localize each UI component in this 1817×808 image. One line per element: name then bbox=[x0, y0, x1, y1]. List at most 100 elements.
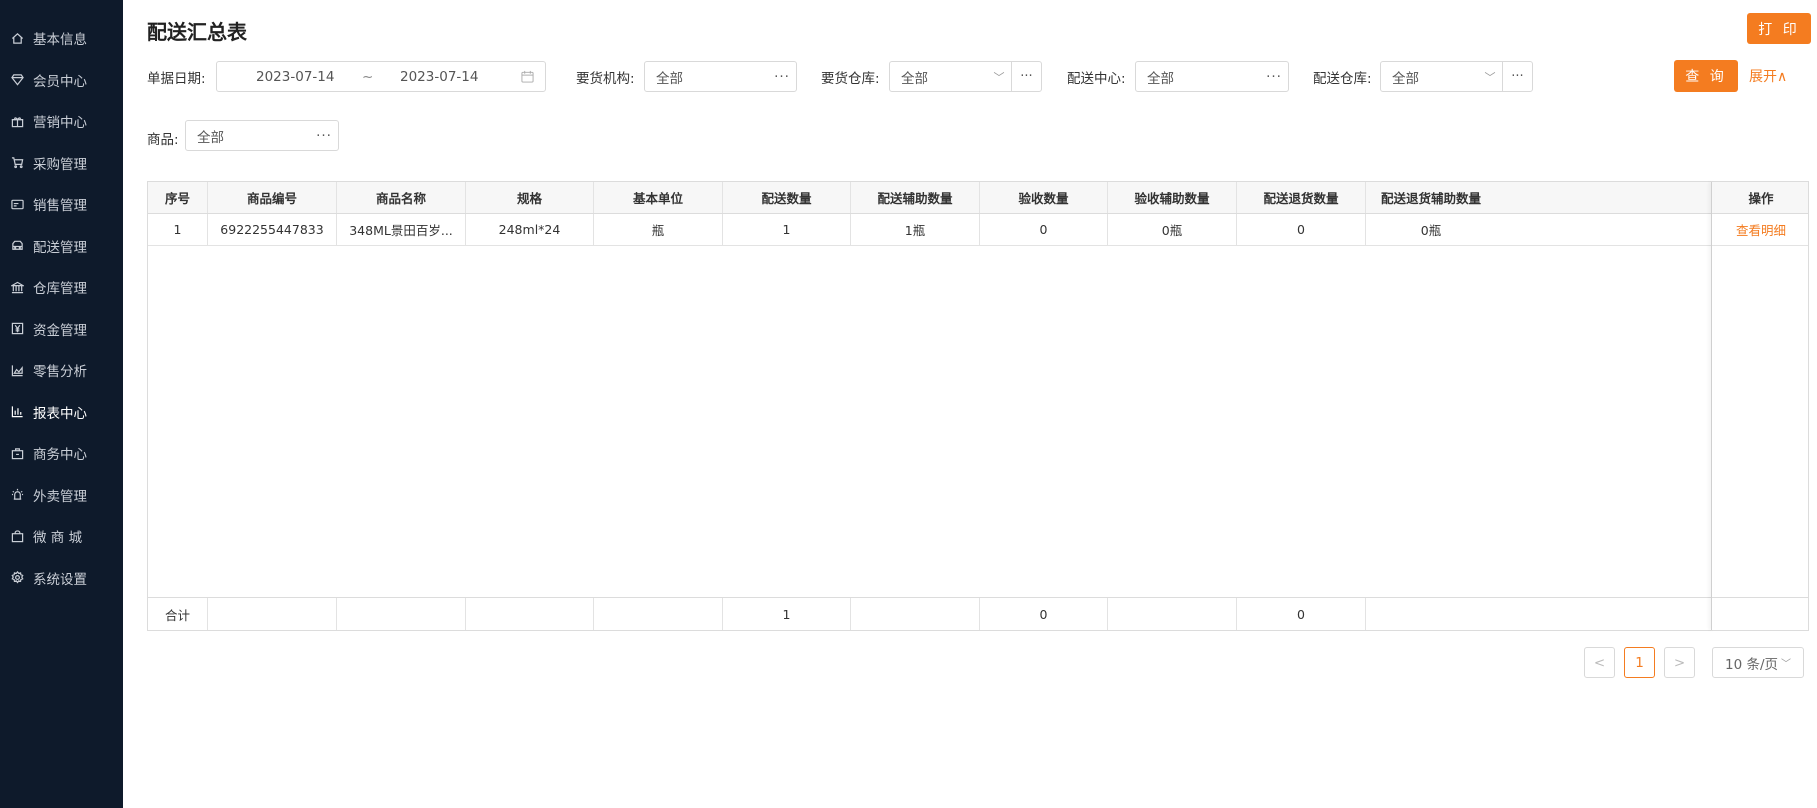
view-detail-link[interactable]: 查看明细 bbox=[1714, 214, 1808, 245]
footer-cell bbox=[1366, 598, 1496, 630]
table-header: 序号 商品编号 商品名称 规格 基本单位 配送数量 配送辅助数量 验收数量 验收辅助数量 配送退货… bbox=[148, 182, 1808, 214]
footer-cell: 1 bbox=[723, 598, 851, 630]
column-header[interactable]: 操作 bbox=[1714, 182, 1808, 213]
column-header[interactable]: 配送辅助数量 bbox=[851, 182, 980, 213]
sidebar-item[interactable]: 商务中心 bbox=[0, 433, 123, 473]
truck-icon bbox=[10, 239, 24, 253]
page-1-button[interactable]: 1 bbox=[1624, 647, 1655, 678]
dist-warehouse-select[interactable]: 全部 ﹀ bbox=[1380, 61, 1503, 92]
table-cell: 6922255447833 bbox=[208, 214, 337, 245]
table-cell: 1 bbox=[148, 214, 208, 245]
sidebar-item[interactable]: 微 商 城 bbox=[0, 516, 123, 556]
footer-cell bbox=[594, 598, 723, 630]
sidebar-item-label: 外卖管理 bbox=[33, 488, 87, 505]
main-content: 配送汇总表 打 印 单据日期: 2023-07-14 ~ 2023-07-14 … bbox=[123, 0, 1817, 808]
date-end[interactable]: 2023-07-14 bbox=[400, 69, 478, 85]
sidebar-item[interactable]: 营销中心 bbox=[0, 101, 123, 141]
date-range-picker[interactable]: 2023-07-14 ~ 2023-07-14 bbox=[216, 61, 546, 92]
footer-cell bbox=[1714, 598, 1808, 630]
sidebar-item-label: 基本信息 bbox=[33, 32, 87, 48]
table-cell: 1 bbox=[723, 214, 851, 245]
sidebar: 基本信息会员中心营销中心采购管理销售管理配送管理仓库管理资金管理 零售分析报表中心… bbox=[0, 0, 123, 808]
footer-cell bbox=[208, 598, 337, 630]
dist-warehouse-value: 全部 bbox=[1392, 70, 1419, 87]
table-cell: 248ml*24 bbox=[466, 214, 594, 245]
table-cell: 0 bbox=[1237, 214, 1366, 245]
sidebar-item-label: 系统设置 bbox=[33, 571, 87, 588]
dist-warehouse-more-button[interactable]: ··· bbox=[1502, 61, 1533, 92]
fixed-column-divider bbox=[1711, 182, 1714, 630]
column-header[interactable]: 配送退货数量 bbox=[1237, 182, 1366, 213]
table-cell: 1瓶 bbox=[851, 214, 980, 245]
center-label: 配送中心: bbox=[1067, 71, 1126, 87]
sidebar-item[interactable]: 零售分析 bbox=[0, 350, 123, 390]
bar-chart-icon bbox=[10, 405, 24, 419]
alarm-icon bbox=[10, 488, 24, 502]
cart-icon bbox=[10, 156, 24, 170]
gear-icon bbox=[10, 571, 24, 585]
column-header[interactable]: 商品编号 bbox=[208, 182, 337, 213]
page-title: 配送汇总表 bbox=[147, 20, 247, 44]
table-cell: 0瓶 bbox=[1420, 223, 1442, 238]
column-header[interactable]: 基本单位 bbox=[594, 182, 723, 213]
next-page-button[interactable]: > bbox=[1664, 647, 1695, 678]
date-start[interactable]: 2023-07-14 bbox=[256, 69, 334, 85]
bank-icon bbox=[10, 280, 24, 294]
gift-icon bbox=[10, 114, 24, 128]
date-separator: ~ bbox=[362, 68, 374, 85]
footer-cell: 合计 bbox=[148, 598, 208, 630]
table-cell: 0瓶 bbox=[1108, 214, 1237, 245]
goods-value: 全部 bbox=[197, 129, 224, 146]
page-size-select[interactable]: 10 条/页 ﹀ bbox=[1712, 647, 1804, 678]
sidebar-item[interactable]: 配送管理 bbox=[0, 226, 123, 266]
more-icon[interactable]: ··· bbox=[310, 128, 338, 144]
home-icon bbox=[10, 31, 24, 45]
yen-icon bbox=[10, 322, 24, 336]
sidebar-item-label: 商务中心 bbox=[33, 447, 87, 463]
table-cell: 348ML景田百岁... bbox=[337, 214, 466, 245]
sidebar-item-label: 销售管理 bbox=[33, 198, 87, 214]
column-header[interactable]: 验收数量 bbox=[980, 182, 1108, 213]
sidebar-item[interactable]: 系统设置 bbox=[0, 558, 123, 598]
column-header[interactable]: 配送退货辅助数量 bbox=[1366, 182, 1496, 213]
date-label: 单据日期: bbox=[147, 71, 206, 87]
table-cell: 0 bbox=[980, 214, 1108, 245]
sidebar-item[interactable]: 资金管理 bbox=[0, 309, 123, 349]
org-label: 要货机构: bbox=[576, 71, 635, 87]
sidebar-item-label: 报表中心 bbox=[33, 405, 87, 422]
query-button[interactable]: 查 询 bbox=[1674, 60, 1738, 92]
req-warehouse-value: 全部 bbox=[901, 70, 928, 87]
center-select[interactable]: 全部 ··· bbox=[1135, 61, 1289, 92]
req-warehouse-more-button[interactable]: ··· bbox=[1011, 61, 1042, 92]
sidebar-item[interactable]: 销售管理 bbox=[0, 184, 123, 224]
sidebar-item[interactable]: 报表中心 bbox=[0, 392, 123, 432]
briefcase-icon bbox=[10, 446, 24, 460]
more-icon[interactable]: ··· bbox=[768, 69, 796, 85]
sidebar-item[interactable]: 外卖管理 bbox=[0, 475, 123, 515]
org-select[interactable]: 全部 ··· bbox=[644, 61, 797, 92]
column-header[interactable]: 配送数量 bbox=[723, 182, 851, 213]
sidebar-item[interactable]: 仓库管理 bbox=[0, 267, 123, 307]
sidebar-item-label: 会员中心 bbox=[33, 73, 87, 90]
req-warehouse-select[interactable]: 全部 ﹀ bbox=[889, 61, 1012, 92]
footer-cell: 0 bbox=[980, 598, 1108, 630]
sidebar-item-label: 仓库管理 bbox=[33, 281, 87, 297]
more-icon[interactable]: ··· bbox=[1260, 69, 1288, 85]
sidebar-item[interactable]: 基本信息 bbox=[0, 18, 123, 58]
summary-table: 序号 商品编号 商品名称 规格 基本单位 配送数量 配送辅助数量 验收数量 验收辅助数量 配送退货… bbox=[147, 181, 1809, 631]
column-header[interactable]: 验收辅助数量 bbox=[1108, 182, 1237, 213]
prev-page-button[interactable]: < bbox=[1584, 647, 1615, 678]
sidebar-item-label: 采购管理 bbox=[33, 156, 87, 173]
goods-label: 商品: bbox=[147, 132, 179, 148]
column-header[interactable]: 序号 bbox=[148, 182, 208, 213]
sidebar-item[interactable]: 采购管理 bbox=[0, 143, 123, 183]
expand-link[interactable]: 展开∧ bbox=[1749, 66, 1787, 86]
page-size-value: 10 条/页 bbox=[1724, 656, 1779, 673]
sidebar-item[interactable]: 会员中心 bbox=[0, 60, 123, 100]
goods-select[interactable]: 全部 ··· bbox=[185, 120, 339, 151]
print-button[interactable]: 打 印 bbox=[1747, 13, 1811, 44]
column-header[interactable]: 规格 bbox=[466, 182, 594, 213]
column-header[interactable]: 商品名称 bbox=[337, 182, 466, 213]
chevron-down-icon: ﹀ bbox=[1484, 70, 1496, 84]
footer-cell: 0 bbox=[1237, 598, 1366, 630]
